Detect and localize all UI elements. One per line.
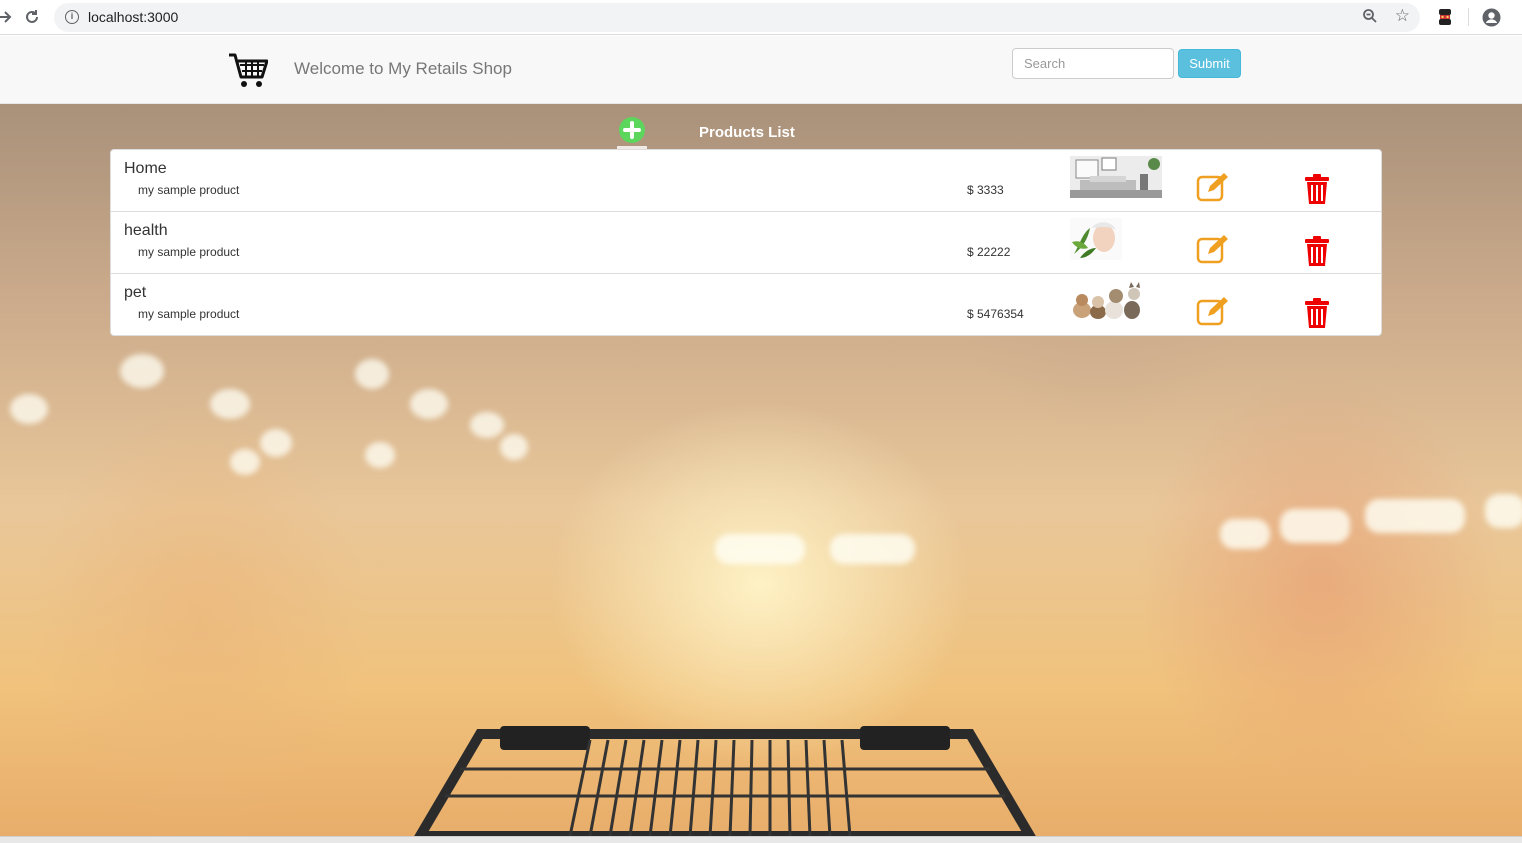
list-item: health my sample product $ 22222 — [111, 212, 1381, 274]
delete-icon[interactable] — [1304, 298, 1330, 328]
product-price: $ 22222 — [967, 245, 1011, 259]
product-name: health — [124, 222, 168, 239]
product-price: $ 5476354 — [967, 307, 1024, 321]
add-product-icon[interactable] — [617, 116, 647, 148]
navbar: Welcome to My Retails Shop Submit — [0, 36, 1522, 104]
product-name: pet — [124, 284, 147, 301]
page: Welcome to My Retails Shop Submit Produc… — [0, 36, 1522, 836]
address-bar[interactable]: i localhost:3000 ☆ — [54, 3, 1420, 32]
product-description: my sample product — [138, 245, 240, 259]
extension-icon[interactable] — [1436, 7, 1454, 27]
product-description: my sample product — [138, 307, 240, 321]
address-url: localhost:3000 — [88, 9, 179, 25]
products-list: Home my sample product $ 3333 health my … — [110, 149, 1382, 336]
search-input[interactable] — [1012, 48, 1174, 79]
submit-button[interactable]: Submit — [1178, 49, 1241, 78]
zoom-icon[interactable] — [1362, 8, 1378, 29]
list-item: Home my sample product $ 3333 — [111, 150, 1381, 212]
delete-icon[interactable] — [1304, 174, 1330, 204]
products-list-title: Products List — [699, 124, 795, 141]
profile-icon[interactable] — [1482, 8, 1501, 27]
product-description: my sample product — [138, 183, 240, 197]
browser-toolbar: i localhost:3000 ☆ — [0, 0, 1522, 35]
bookmark-star-icon[interactable]: ☆ — [1395, 6, 1410, 26]
reload-icon[interactable] — [21, 6, 43, 28]
toolbar-divider — [1468, 8, 1469, 26]
edit-icon[interactable] — [1196, 296, 1230, 326]
site-info-icon[interactable]: i — [65, 10, 79, 24]
living-room-image — [1070, 156, 1162, 198]
delete-icon[interactable] — [1304, 236, 1330, 266]
shopping-cart-handle-image — [414, 726, 1036, 836]
shopping-cart-icon[interactable] — [228, 52, 268, 90]
product-name: Home — [124, 160, 167, 177]
woman-with-plant-image — [1070, 218, 1122, 260]
edit-icon[interactable] — [1196, 172, 1230, 202]
brand-title[interactable]: Welcome to My Retails Shop — [294, 59, 512, 79]
edit-icon[interactable] — [1196, 234, 1230, 264]
taskbar-edge — [0, 836, 1522, 843]
product-price: $ 3333 — [967, 183, 1004, 197]
list-item: pet my sample product $ 5476354 — [111, 274, 1381, 335]
pets-group-image — [1070, 280, 1144, 322]
forward-icon[interactable] — [0, 6, 16, 28]
